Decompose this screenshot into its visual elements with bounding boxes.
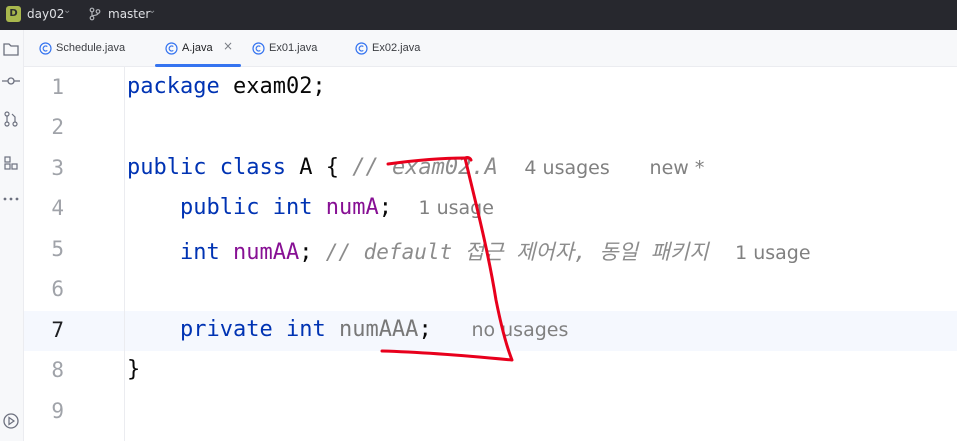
keyword: class bbox=[219, 155, 286, 180]
line-number[interactable]: 6 bbox=[24, 277, 64, 301]
author-inlay-hint[interactable]: new * bbox=[650, 157, 705, 179]
code-line-4[interactable]: public int numA; 1 usage bbox=[127, 195, 494, 220]
gutter-divider bbox=[124, 67, 125, 441]
project-badge[interactable]: D bbox=[6, 6, 21, 22]
code-text: A { bbox=[285, 155, 353, 180]
pull-request-icon[interactable] bbox=[2, 110, 20, 128]
line-number[interactable]: 8 bbox=[24, 358, 64, 382]
editor-tab-bar: Schedule.java A.java × Ex01.java Ex02.ja… bbox=[24, 30, 957, 67]
usages-inlay-hint[interactable]: no usages bbox=[471, 319, 568, 341]
java-class-icon bbox=[165, 42, 178, 55]
code-line-7[interactable]: private int numAAA; no usages bbox=[127, 317, 568, 342]
tab-label: Ex01.java bbox=[269, 42, 318, 54]
code-text: ; bbox=[418, 317, 432, 342]
tab-label: A.java bbox=[182, 42, 213, 54]
line-number[interactable]: 2 bbox=[24, 115, 64, 139]
close-tab-icon[interactable]: × bbox=[223, 39, 233, 53]
usages-inlay-hint[interactable]: 1 usage bbox=[418, 197, 493, 219]
keyword: public bbox=[127, 155, 207, 180]
line-number[interactable]: 5 bbox=[24, 237, 64, 261]
title-bar: D day02 ⌄ master ⌄ bbox=[0, 0, 957, 30]
line-number-current[interactable]: 7 bbox=[24, 318, 64, 342]
usages-inlay-hint[interactable]: 1 usage bbox=[735, 242, 810, 264]
folder-icon[interactable] bbox=[2, 40, 20, 58]
code-text: ; bbox=[378, 195, 392, 220]
field-name-unused: numAAA bbox=[338, 317, 419, 342]
code-comment: // default 접근 제어자, 동일 패키지 bbox=[325, 240, 709, 264]
project-name[interactable]: day02 bbox=[27, 7, 64, 21]
chevron-down-icon[interactable]: ⌄ bbox=[63, 5, 71, 16]
commit-icon[interactable] bbox=[2, 72, 20, 90]
code-comment: // exam02.A bbox=[352, 155, 498, 180]
code-line-8[interactable]: } bbox=[127, 357, 140, 382]
code-line-5[interactable]: int numAA; // default 접근 제어자, 동일 패키지 1 u… bbox=[127, 236, 811, 266]
tab-ex01-java[interactable]: Ex01.java bbox=[252, 30, 342, 67]
code-text: exam02; bbox=[219, 74, 326, 99]
keyword: int bbox=[285, 317, 326, 342]
field-name: numA bbox=[325, 195, 379, 220]
java-class-icon bbox=[39, 42, 52, 55]
tool-window-strip bbox=[0, 30, 24, 441]
usages-inlay-hint[interactable]: 4 usages bbox=[524, 157, 609, 179]
tab-schedule-java[interactable]: Schedule.java bbox=[39, 30, 149, 67]
keyword: package bbox=[127, 74, 220, 99]
keyword: int bbox=[179, 240, 220, 265]
line-number[interactable]: 3 bbox=[24, 156, 64, 180]
java-class-icon bbox=[355, 42, 368, 55]
code-text: } bbox=[127, 357, 141, 382]
git-branch-icon[interactable] bbox=[88, 7, 102, 21]
structure-icon[interactable] bbox=[2, 154, 20, 172]
tab-label: Ex02.java bbox=[372, 42, 421, 54]
line-number[interactable]: 1 bbox=[24, 75, 64, 99]
branch-name[interactable]: master bbox=[108, 7, 150, 21]
keyword: int bbox=[272, 195, 313, 220]
field-name: numAA bbox=[232, 240, 300, 265]
services-icon[interactable] bbox=[2, 412, 20, 430]
code-line-1[interactable]: package exam02; bbox=[127, 74, 326, 99]
chevron-down-icon[interactable]: ⌄ bbox=[148, 5, 156, 16]
tab-label: Schedule.java bbox=[56, 42, 126, 54]
more-tools-icon[interactable] bbox=[2, 190, 20, 208]
line-number[interactable]: 9 bbox=[24, 399, 64, 423]
code-text: ; bbox=[299, 240, 326, 265]
java-class-icon bbox=[252, 42, 265, 55]
code-line-3[interactable]: public class A { // exam02.A 4 usages ne… bbox=[127, 155, 704, 180]
line-number[interactable]: 4 bbox=[24, 196, 64, 220]
keyword: private bbox=[179, 317, 273, 342]
keyword: public bbox=[179, 195, 260, 220]
tab-ex02-java[interactable]: Ex02.java bbox=[355, 30, 445, 67]
tab-a-java[interactable]: A.java × bbox=[165, 30, 265, 67]
